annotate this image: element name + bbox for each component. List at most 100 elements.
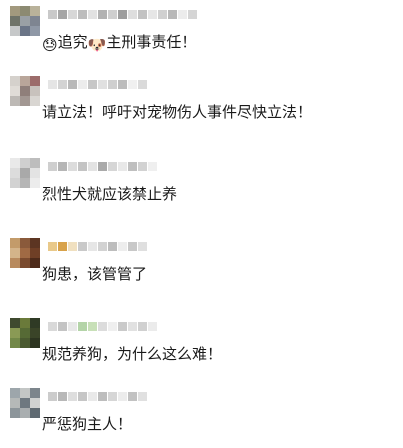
avatar-pixel bbox=[30, 408, 40, 418]
username-pixel bbox=[168, 9, 177, 19]
avatar[interactable] bbox=[10, 388, 40, 418]
comment-item: 😓追究🐶主刑事责任！ bbox=[0, 6, 403, 68]
username-pixel bbox=[118, 79, 127, 89]
username-pixel bbox=[58, 241, 67, 251]
avatar-pixel bbox=[10, 158, 20, 168]
username-pixel bbox=[48, 161, 57, 171]
username-pixel bbox=[148, 9, 157, 19]
avatar-pixel bbox=[10, 178, 20, 188]
username-pixel bbox=[78, 241, 87, 251]
username-pixel bbox=[138, 321, 147, 331]
avatar-pixel bbox=[20, 238, 30, 248]
username-pixel bbox=[98, 161, 107, 171]
username-pixel bbox=[138, 9, 147, 19]
dog-face-emoji-icon: 🐶 bbox=[87, 36, 107, 54]
avatar-pixel bbox=[10, 328, 20, 338]
username-pixel bbox=[78, 79, 87, 89]
username-pixel bbox=[68, 321, 77, 331]
username-blurred[interactable] bbox=[48, 9, 197, 19]
comment-item: 规范养狗，为什么这么难！ bbox=[0, 318, 403, 380]
avatar-pixel bbox=[20, 388, 30, 398]
comment-item: 严惩狗主人！ bbox=[0, 388, 403, 448]
avatar[interactable] bbox=[10, 238, 40, 268]
username-pixel bbox=[128, 161, 137, 171]
username-blurred[interactable] bbox=[48, 79, 147, 89]
username-pixel bbox=[108, 321, 117, 331]
username-pixel bbox=[118, 241, 127, 251]
avatar-pixel bbox=[30, 16, 40, 26]
username-pixel bbox=[98, 321, 107, 331]
avatar-pixel bbox=[30, 338, 40, 348]
avatar-pixel bbox=[20, 408, 30, 418]
username-pixel bbox=[78, 321, 87, 331]
avatar-pixel bbox=[20, 248, 30, 258]
username-pixel bbox=[48, 321, 57, 331]
username-pixel bbox=[108, 79, 117, 89]
username-blurred[interactable] bbox=[48, 321, 157, 331]
username-blurred[interactable] bbox=[48, 391, 147, 401]
username-pixel bbox=[58, 321, 67, 331]
username-pixel bbox=[118, 9, 127, 19]
username-pixel bbox=[128, 79, 137, 89]
username-blurred[interactable] bbox=[48, 241, 147, 251]
comment-text: 狗患，该管管了 bbox=[42, 265, 148, 283]
avatar[interactable] bbox=[10, 158, 40, 188]
username-pixel bbox=[108, 161, 117, 171]
avatar-pixel bbox=[30, 318, 40, 328]
avatar-pixel bbox=[10, 86, 20, 96]
avatar-pixel bbox=[10, 96, 20, 106]
avatar-pixel bbox=[30, 248, 40, 258]
username-pixel bbox=[148, 321, 157, 331]
avatar-pixel bbox=[10, 6, 20, 16]
avatar-pixel bbox=[10, 238, 20, 248]
username-pixel bbox=[98, 79, 107, 89]
comment-text: 😓追究🐶主刑事责任！ bbox=[42, 33, 197, 54]
username-pixel bbox=[58, 391, 67, 401]
username-pixel bbox=[128, 241, 137, 251]
avatar-pixel bbox=[30, 388, 40, 398]
comment-text: 规范养狗，为什么这么难！ bbox=[42, 345, 223, 363]
username-pixel bbox=[58, 79, 67, 89]
username-pixel bbox=[78, 9, 87, 19]
username-pixel bbox=[178, 9, 187, 19]
avatar-pixel bbox=[20, 258, 30, 268]
username-pixel bbox=[68, 161, 77, 171]
username-pixel bbox=[48, 391, 57, 401]
avatar-pixel bbox=[20, 26, 30, 36]
username-pixel bbox=[118, 161, 127, 171]
avatar-pixel bbox=[30, 168, 40, 178]
avatar-pixel bbox=[10, 388, 20, 398]
avatar-pixel bbox=[10, 16, 20, 26]
avatar-pixel bbox=[30, 96, 40, 106]
avatar-pixel bbox=[30, 86, 40, 96]
avatar-pixel bbox=[30, 238, 40, 248]
username-pixel bbox=[68, 79, 77, 89]
comment-item: 烈性犬就应该禁止养 bbox=[0, 158, 403, 220]
username-pixel bbox=[88, 79, 97, 89]
avatar[interactable] bbox=[10, 318, 40, 348]
username-pixel bbox=[68, 9, 77, 19]
avatar-pixel bbox=[30, 76, 40, 86]
avatar-pixel bbox=[20, 178, 30, 188]
comment-text: 烈性犬就应该禁止养 bbox=[42, 185, 178, 203]
username-blurred[interactable] bbox=[48, 161, 157, 171]
username-pixel bbox=[88, 321, 97, 331]
avatar-pixel bbox=[10, 248, 20, 258]
username-pixel bbox=[98, 9, 107, 19]
comment-text: 严惩狗主人！ bbox=[42, 415, 133, 433]
username-pixel bbox=[138, 241, 147, 251]
username-pixel bbox=[138, 391, 147, 401]
username-pixel bbox=[68, 241, 77, 251]
username-pixel bbox=[108, 391, 117, 401]
avatar-pixel bbox=[30, 398, 40, 408]
avatar-pixel bbox=[10, 408, 20, 418]
avatar[interactable] bbox=[10, 76, 40, 106]
avatar-pixel bbox=[10, 168, 20, 178]
username-pixel bbox=[118, 321, 127, 331]
username-pixel bbox=[78, 391, 87, 401]
username-pixel bbox=[188, 9, 197, 19]
avatar-pixel bbox=[20, 328, 30, 338]
username-pixel bbox=[158, 9, 167, 19]
avatar[interactable] bbox=[10, 6, 40, 36]
avatar-pixel bbox=[30, 258, 40, 268]
